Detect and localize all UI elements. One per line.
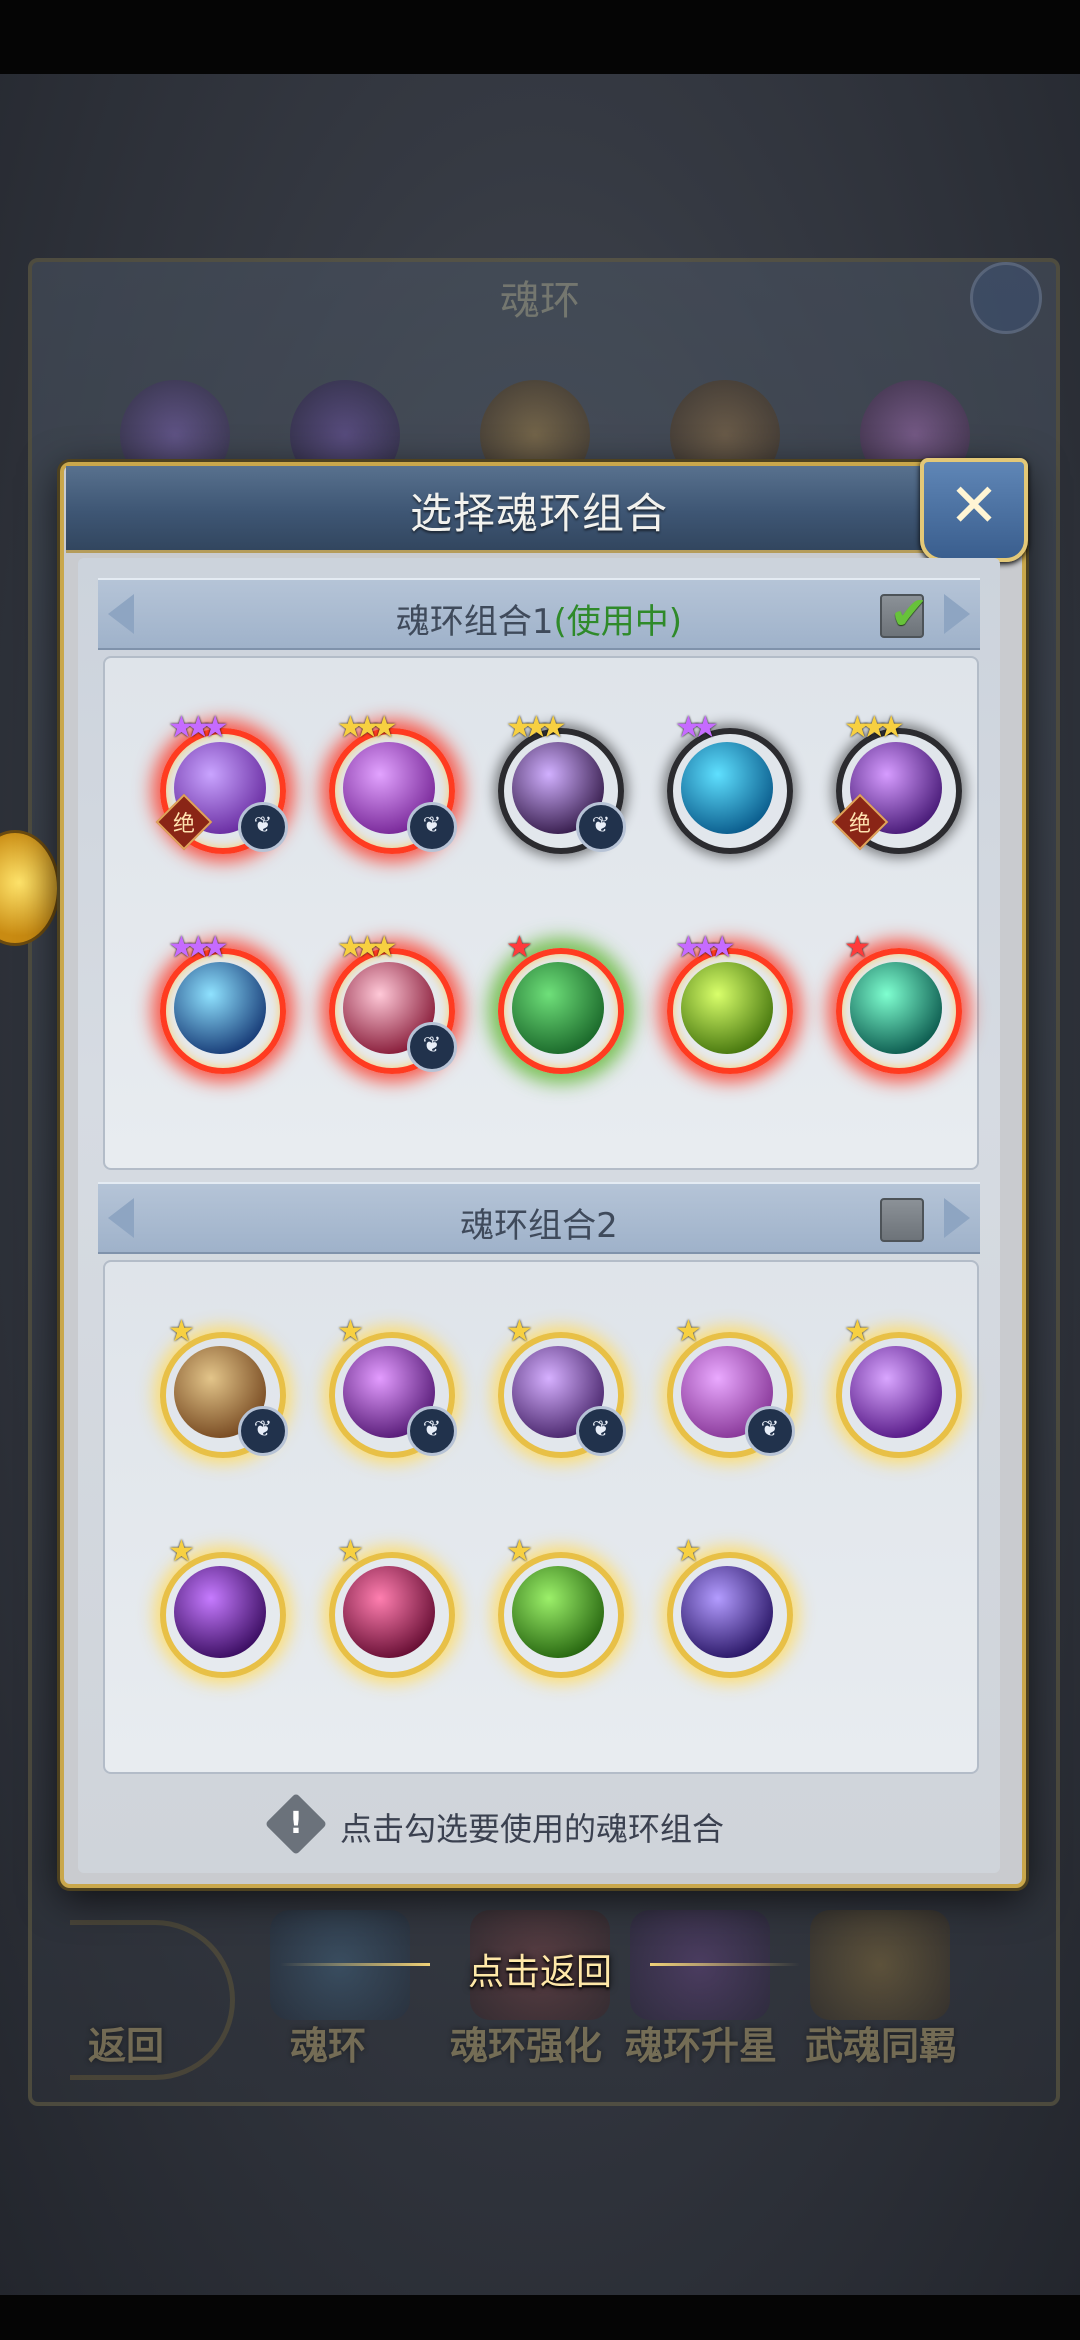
water-dragon-skill-icon[interactable]: ★★ [667, 710, 793, 854]
star-rating-icon: ★★ [675, 710, 719, 745]
purple-lightning-skill-icon[interactable]: ★★★ 绝 [831, 710, 962, 854]
claw-slash-skill-icon[interactable]: ★ ❦ [329, 1314, 457, 1458]
combo-1-header[interactable]: 魂环组合1(使用中) ✔ [98, 578, 980, 650]
blade-dash-skill-icon[interactable]: ★★★ [160, 930, 286, 1074]
pink-slash-skill-icon[interactable]: ★ [329, 1534, 455, 1678]
background-nav-label: 魂环强化 [450, 2024, 603, 2068]
star-rating-icon: ★ [168, 1534, 195, 1569]
star-rating-icon: ★ [337, 1314, 364, 1349]
combo-2-checkbox[interactable] [880, 1198, 924, 1242]
exclamation-glyph: ! [289, 1806, 303, 1841]
combo-1-name: 魂环组合1 [395, 602, 554, 642]
combo-1-title: 魂环组合1(使用中) [98, 594, 980, 643]
wing-badge-icon: ❦ [238, 802, 288, 852]
wing-badge-icon: ❦ [238, 1406, 288, 1456]
skill-core [681, 1566, 773, 1658]
ultimate-badge-label: 绝 [172, 812, 195, 837]
background-nav-label: 魂环升星 [625, 2024, 778, 2068]
vortex-skill-icon[interactable]: ★ [667, 1534, 793, 1678]
background-close-icon [970, 262, 1042, 334]
lightning-fist-skill-icon[interactable]: ★ ❦ [498, 1314, 626, 1458]
star-rating-icon: ★ [168, 1314, 195, 1349]
dialog-footer: ! 点击勾选要使用的魂环组合 [78, 1790, 1000, 1862]
combo-1-checkbox[interactable]: ✔ [880, 586, 928, 640]
combo-2-skill-panel: ★ ❦ ★ ❦ ★ ❦ ★ ❦ ★ ★ ★ ★ ★ [103, 1260, 979, 1774]
star-rating-icon: ★ [844, 930, 871, 965]
status-bar [0, 0, 1080, 74]
footer-hint: 点击勾选要使用的魂环组合 [340, 1810, 725, 1848]
close-icon: ✕ [948, 471, 1000, 541]
wing-badge-icon: ❦ [407, 802, 457, 852]
star-rating-icon: ★★★ [337, 710, 398, 745]
skill-core [174, 962, 266, 1054]
star-rating-icon: ★★★ [337, 930, 398, 965]
tornado-skill-icon[interactable]: ★ ❦ [160, 1314, 288, 1458]
star-rating-icon: ★ [337, 1534, 364, 1569]
wing-badge-icon: ❦ [407, 1406, 457, 1456]
wing-badge-icon: ❦ [576, 1406, 626, 1456]
skill-core [174, 1566, 266, 1658]
exclamation-icon: ! [264, 1792, 328, 1856]
ultimate-badge-label: 绝 [848, 812, 871, 837]
combo-2-title: 魂环组合2 [98, 1198, 980, 1247]
star-rating-icon: ★★★ [844, 710, 905, 745]
shadow-burst-skill-icon[interactable]: ★ [160, 1534, 286, 1678]
background-nav-label: 魂环 [290, 2024, 367, 2068]
green-wings-skill-icon[interactable]: ★ [836, 930, 962, 1074]
background-title: 魂环 [500, 278, 580, 324]
skill-core [343, 1566, 435, 1658]
background-nav-icon [810, 1910, 950, 2020]
combo-2-name: 魂环组合2 [460, 1206, 618, 1246]
skill-core [681, 742, 773, 834]
combo-1-skill-panel: ★★★ 绝 ❦ ★★★ ❦ ★★★ ❦ ★★ ★★★ 绝 ★★★ ★★★ ❦ ★ ★★★ ★ [103, 656, 979, 1170]
skill-core [512, 1566, 604, 1658]
star-rating-icon: ★★★ [168, 710, 229, 745]
combo-1-status: (使用中) [553, 602, 683, 642]
star-rating-icon: ★★★ [168, 930, 229, 965]
lightning-fist-skill-icon[interactable]: ★★★ ❦ [498, 710, 626, 854]
wing-badge-icon: ❦ [407, 1022, 457, 1072]
skill-core [850, 962, 942, 1054]
star-rating-icon: ★★★ [506, 710, 567, 745]
star-rating-icon: ★ [506, 930, 533, 965]
tap-to-return-button[interactable]: 点击返回 [280, 1935, 800, 1995]
skill-core [850, 1346, 942, 1438]
wing-badge-icon: ❦ [745, 1406, 795, 1456]
combo-2-header[interactable]: 魂环组合2 [98, 1182, 980, 1254]
scale-orb-skill-icon[interactable]: ★★★ ❦ [329, 710, 457, 854]
checkmark-icon: ✔ [889, 586, 929, 640]
star-rating-icon: ★ [844, 1314, 871, 1349]
vine-bow-skill-icon[interactable]: ★ [498, 930, 624, 1074]
star-rating-icon: ★★★ [675, 930, 736, 965]
wing-badge-icon: ❦ [576, 802, 626, 852]
golden-warrior-skill-icon[interactable]: ★★★ [667, 930, 793, 1074]
skill-core [681, 962, 773, 1054]
star-rating-icon: ★ [506, 1534, 533, 1569]
tornado-skill-icon[interactable]: ★★★ 绝 ❦ [155, 710, 288, 854]
star-rating-icon: ★ [506, 1314, 533, 1349]
background-nav-back-label: 返回 [88, 2024, 165, 2068]
clover-skill-icon[interactable]: ★ [498, 1534, 624, 1678]
background-nav-label: 武魂同羁 [805, 2024, 958, 2068]
dialog-title-bar: 选择魂环组合 [66, 466, 1012, 553]
navigation-bar [0, 2295, 1080, 2340]
tap-to-return-label: 点击返回 [467, 1952, 612, 1993]
dialog-title: 选择魂环组合 [409, 489, 668, 538]
scale-orb-skill-icon[interactable]: ★ ❦ [667, 1314, 795, 1458]
purple-lightning-skill-icon[interactable]: ★ [836, 1314, 962, 1458]
target-eye-skill-icon[interactable]: ★★★ ❦ [329, 930, 457, 1074]
skill-core [512, 962, 604, 1054]
close-button[interactable]: ✕ [920, 458, 1028, 562]
star-rating-icon: ★ [675, 1314, 702, 1349]
star-rating-icon: ★ [675, 1534, 702, 1569]
